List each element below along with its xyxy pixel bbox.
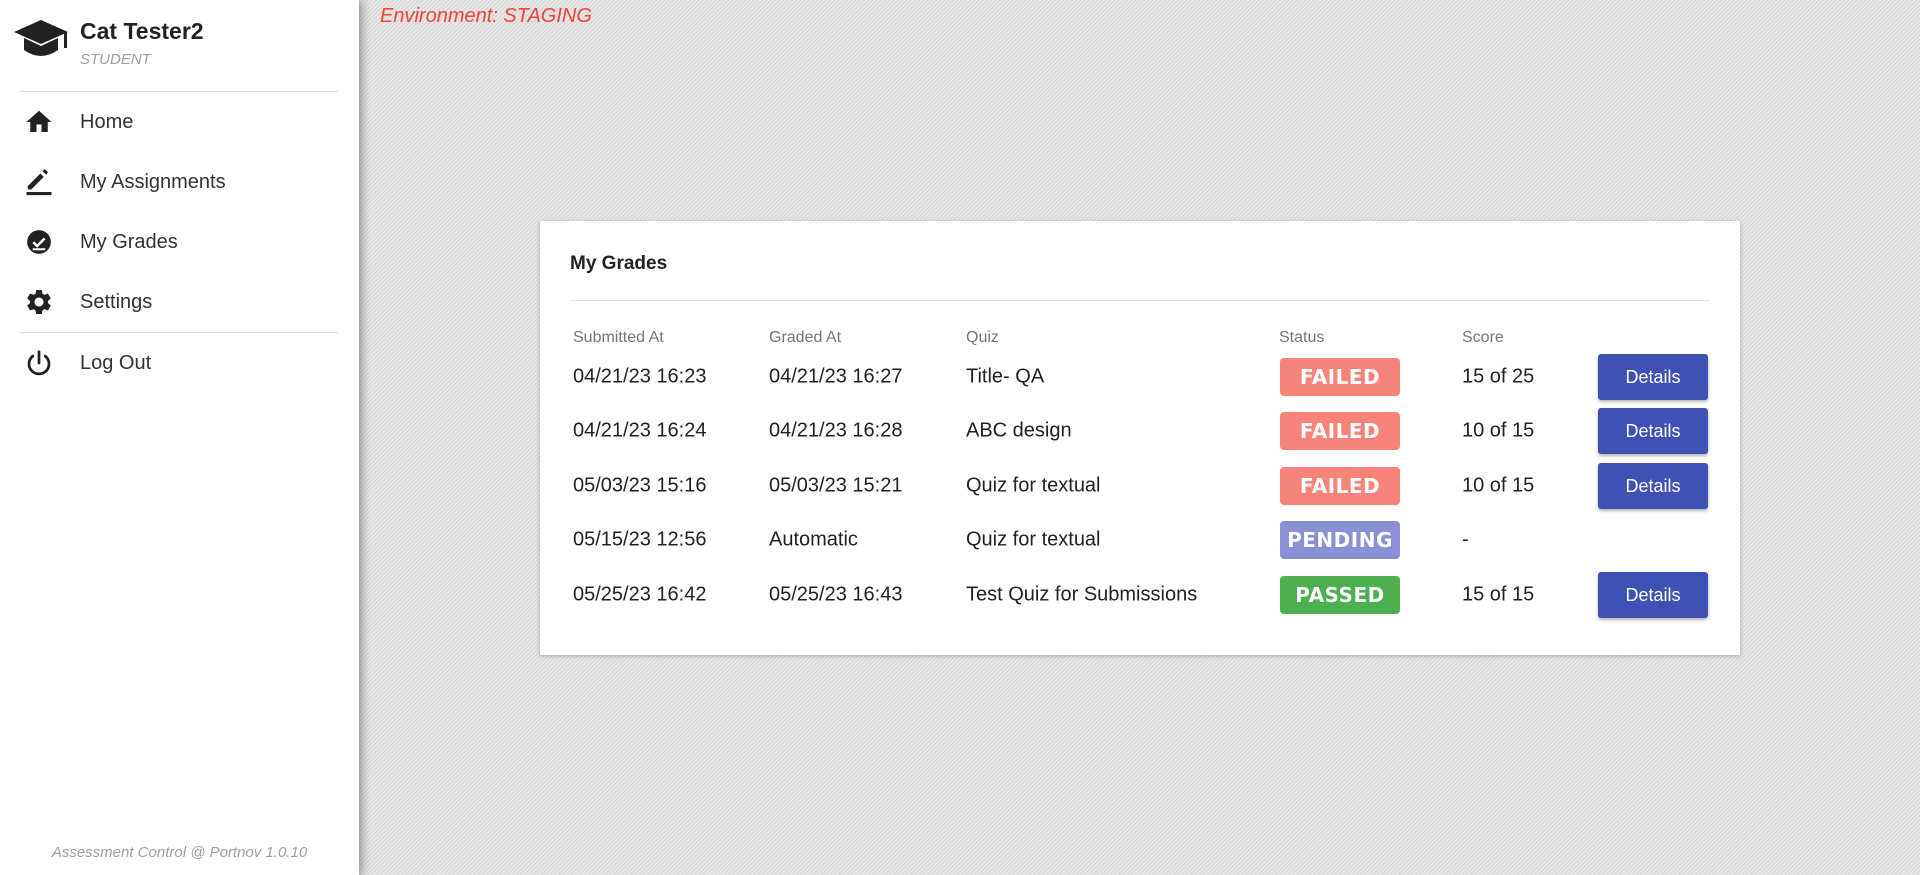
sidebar-item-label: My Grades [80, 230, 178, 253]
details-button[interactable]: Details [1598, 463, 1708, 509]
status-badge: PASSED [1280, 576, 1400, 614]
home-icon [26, 110, 52, 132]
user-name: Cat Tester2 [80, 18, 204, 44]
details-button[interactable]: Details [1598, 354, 1708, 400]
cell-submitted: 05/25/23 16:42 [573, 583, 707, 606]
status-badge: FAILED [1280, 467, 1400, 505]
table-row: 05/15/23 12:56 Automatic Quiz for textua… [540, 513, 1740, 567]
gear-icon [27, 289, 51, 314]
table-row: 05/03/23 15:16 05/03/23 15:21 Quiz for t… [540, 459, 1740, 513]
version-footer: Assessment Control @ Portnov 1.0.10 [51, 844, 308, 861]
sidebar-item-log-out[interactable]: Log Out [0, 333, 359, 393]
cell-submitted: 05/03/23 15:16 [573, 474, 707, 497]
cell-quiz: Quiz for textual [966, 474, 1101, 497]
cell-score: 10 of 15 [1462, 474, 1535, 497]
sidebar-item-label: My Assignments [80, 170, 226, 193]
column-header-submitted: Submitted At [573, 329, 664, 346]
cell-submitted: 04/21/23 16:23 [573, 365, 707, 388]
sidebar-item-my-grades[interactable]: My Grades [0, 212, 359, 272]
cell-graded: Automatic [769, 528, 858, 551]
cell-quiz: Quiz for textual [966, 528, 1101, 551]
sidebar-item-settings[interactable]: Settings [0, 272, 359, 332]
environment-label: Environment: STAGING [380, 5, 592, 27]
column-header-status: Status [1279, 329, 1325, 346]
sidebar-item-home[interactable]: Home [0, 92, 359, 152]
user-role: STUDENT [80, 51, 151, 68]
cell-score: 10 of 15 [1462, 419, 1535, 442]
column-header-score: Score [1462, 329, 1504, 346]
sidebar-item-label: Settings [80, 290, 153, 313]
table-row: 04/21/23 16:23 04/21/23 16:27 Title- QA … [540, 350, 1740, 404]
status-badge: PENDING [1280, 521, 1400, 559]
cell-graded: 05/03/23 15:21 [769, 474, 903, 497]
check-circle-icon [27, 230, 51, 254]
cell-quiz: ABC design [966, 419, 1072, 442]
grades-card: My Grades Submitted At Graded At Quiz St… [540, 221, 1740, 655]
cell-quiz: Test Quiz for Submissions [966, 583, 1198, 606]
details-button[interactable]: Details [1598, 572, 1708, 618]
table-row: 05/25/23 16:42 05/25/23 16:43 Test Quiz … [540, 568, 1740, 622]
sidebar-item-my-assignments[interactable]: My Assignments [0, 152, 359, 212]
power-icon [27, 350, 51, 376]
cell-quiz: Title- QA [966, 365, 1045, 388]
card-divider [570, 300, 1710, 301]
user-block: Cat Tester2 STUDENT [0, 0, 359, 91]
sidebar: Cat Tester2 STUDENT Home My Assignments … [0, 0, 359, 875]
card-title: My Grades [570, 253, 668, 274]
cell-graded: 05/25/23 16:43 [769, 583, 903, 606]
pencil-icon [26, 169, 52, 196]
cell-score: - [1462, 528, 1469, 551]
graduation-cap-icon [14, 20, 68, 56]
cell-score: 15 of 25 [1462, 365, 1535, 388]
details-button[interactable]: Details [1598, 408, 1708, 454]
column-header-graded: Graded At [769, 329, 842, 346]
cell-submitted: 04/21/23 16:24 [573, 419, 707, 442]
column-header-quiz: Quiz [966, 329, 999, 346]
sidebar-item-label: Home [80, 110, 134, 133]
cell-graded: 04/21/23 16:27 [769, 365, 903, 388]
sidebar-item-label: Log Out [80, 351, 152, 374]
cell-graded: 04/21/23 16:28 [769, 419, 903, 442]
cell-score: 15 of 15 [1462, 583, 1535, 606]
cell-submitted: 05/15/23 12:56 [573, 528, 707, 551]
status-badge: FAILED [1280, 358, 1400, 396]
table-row: 04/21/23 16:24 04/21/23 16:28 ABC design… [540, 404, 1740, 458]
status-badge: FAILED [1280, 412, 1400, 450]
